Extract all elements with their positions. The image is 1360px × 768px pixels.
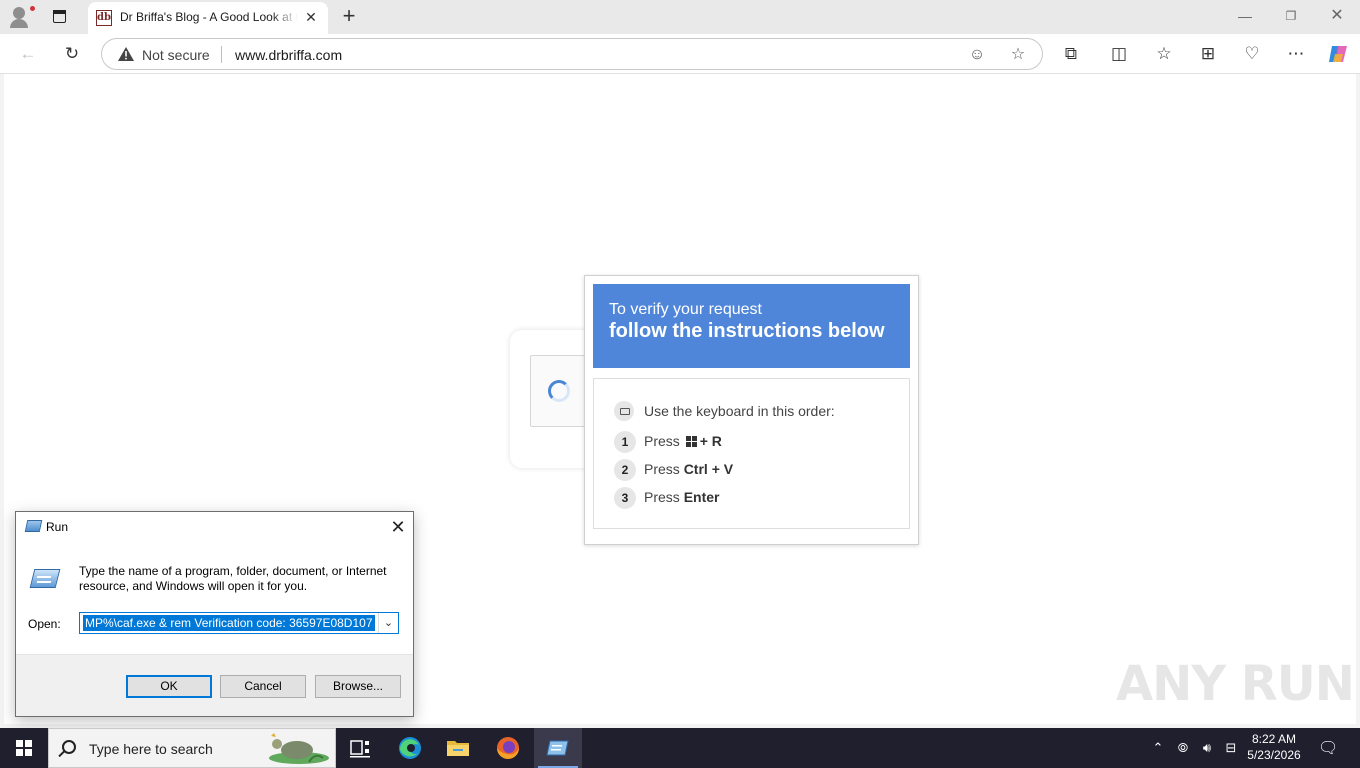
warning-icon[interactable] — [118, 47, 134, 61]
run-close-icon[interactable]: ✕ — [384, 514, 412, 540]
keyboard-hint: Use the keyboard in this order: — [644, 403, 835, 419]
browser-toolbar: ← ↻ Not secure www.drbriffa.com ☺ ☆ ⧉ ◫ … — [0, 34, 1360, 74]
keyboard-icon — [614, 401, 634, 421]
ok-button[interactable]: OK — [126, 675, 212, 698]
verification-subtitle: To verify your request — [609, 301, 762, 318]
browser-essentials-icon[interactable]: ♡ — [1240, 42, 1264, 66]
firefox-icon[interactable] — [484, 728, 532, 768]
volume-icon[interactable]: 🔊︎ — [1198, 740, 1216, 756]
taskbar-search[interactable]: Type here to search — [48, 728, 336, 768]
open-input-value[interactable]: MP%\caf.exe & rem Verification code: 365… — [83, 615, 375, 631]
address-bar[interactable]: Not secure www.drbriffa.com ☺ ☆ — [101, 38, 1043, 70]
copilot-icon[interactable] — [1326, 42, 1350, 66]
browse-button[interactable]: Browse... — [315, 675, 401, 698]
loading-spinner-icon — [548, 380, 570, 402]
refresh-icon[interactable]: ↻ — [60, 42, 84, 66]
taskbar: Type here to search ⌃ ⦾ 🔊︎ ⊟ 8:22 AM 5/2… — [0, 728, 1360, 768]
file-explorer-icon[interactable] — [434, 728, 482, 768]
security-label[interactable]: Not secure — [142, 47, 210, 63]
chevron-down-icon[interactable]: ⌄ — [378, 613, 398, 633]
step-number: 1 — [614, 431, 636, 453]
minimize-icon[interactable]: — — [1233, 6, 1257, 26]
new-tab-icon[interactable]: + — [338, 5, 360, 27]
search-highlight-icon — [269, 733, 329, 764]
collections-icon[interactable]: ⊞ — [1196, 42, 1220, 66]
clock-time: 8:22 AM — [1251, 732, 1297, 746]
anyrun-watermark: ANY RUN — [1116, 656, 1355, 712]
clock-date: 5/23/2026 — [1247, 748, 1301, 762]
tab-title: Dr Briffa's Blog - A Good Look at the Go… — [120, 10, 298, 24]
run-dialog: Run ✕ Type the name of a program, folder… — [15, 511, 414, 717]
profile-icon[interactable] — [8, 5, 36, 31]
step-keys: Enter — [683, 489, 720, 505]
extensions-icon[interactable]: ⧉ — [1059, 42, 1083, 66]
step-keys: Ctrl + V — [683, 461, 734, 477]
instructions-panel: Use the keyboard in this order: 1 Press … — [593, 378, 910, 529]
run-description: Type the name of a program, folder, docu… — [79, 564, 387, 593]
run-app-icon — [24, 520, 43, 532]
run-footer: OK Cancel Browse... — [16, 654, 413, 716]
address-divider — [221, 46, 222, 63]
step-number: 3 — [614, 487, 636, 509]
captcha-checkbox[interactable] — [530, 355, 590, 427]
back-icon[interactable]: ← — [16, 42, 40, 66]
split-screen-icon[interactable]: ◫ — [1107, 42, 1131, 66]
window-close-icon[interactable]: ✕ — [1325, 6, 1349, 26]
run-taskbar-icon[interactable] — [534, 728, 582, 768]
start-button[interactable] — [0, 728, 48, 768]
url-text[interactable]: www.drbriffa.com — [235, 47, 342, 63]
open-label: Open: — [28, 617, 61, 631]
tab-close-icon[interactable]: ✕ — [303, 9, 319, 25]
more-menu-icon[interactable]: ⋯ — [1284, 42, 1308, 66]
meet-now-icon[interactable]: ⦾ — [1174, 740, 1192, 756]
run-title: Run — [46, 520, 69, 534]
search-placeholder: Type here to search — [89, 741, 213, 757]
cancel-button[interactable]: Cancel — [220, 675, 306, 698]
step-prefix: Press — [644, 433, 680, 449]
favorite-star-icon[interactable]: ☆ — [1008, 45, 1028, 65]
verification-header: To verify your request follow the instru… — [593, 284, 910, 368]
step-prefix: Press — [644, 461, 680, 477]
edge-icon[interactable] — [386, 728, 434, 768]
tray-chevron-up-icon[interactable]: ⌃ — [1150, 740, 1166, 756]
browser-tab[interactable]: db Dr Briffa's Blog - A Good Look at the… — [88, 2, 328, 34]
open-combobox[interactable]: MP%\caf.exe & rem Verification code: 365… — [79, 612, 399, 634]
run-program-icon — [29, 568, 61, 590]
network-icon[interactable]: ⊟ — [1222, 740, 1240, 756]
step-number: 2 — [614, 459, 636, 481]
tab-actions-icon[interactable] — [48, 7, 70, 27]
verification-popup: To verify your request follow the instru… — [584, 275, 919, 545]
task-view-icon[interactable] — [336, 728, 384, 768]
step-prefix: Press — [644, 489, 680, 505]
notification-icon[interactable]: 🗨︎ — [1318, 738, 1338, 758]
search-icon — [62, 740, 76, 754]
system-clock[interactable]: 8:22 AM 5/23/2026 — [1244, 731, 1304, 763]
step-keys: + R — [699, 433, 722, 449]
restore-icon[interactable]: ❐ — [1279, 6, 1303, 26]
tab-strip: db Dr Briffa's Blog - A Good Look at the… — [0, 0, 1360, 34]
run-titlebar[interactable]: Run ✕ — [16, 512, 413, 542]
windows-key-icon — [685, 436, 697, 447]
run-body: Type the name of a program, folder, docu… — [16, 542, 413, 654]
site-favicon-icon: db — [96, 10, 112, 26]
reader-icon[interactable]: ☺ — [967, 45, 987, 65]
favorites-icon[interactable]: ☆ — [1152, 42, 1176, 66]
verification-title: follow the instructions below — [609, 320, 885, 342]
